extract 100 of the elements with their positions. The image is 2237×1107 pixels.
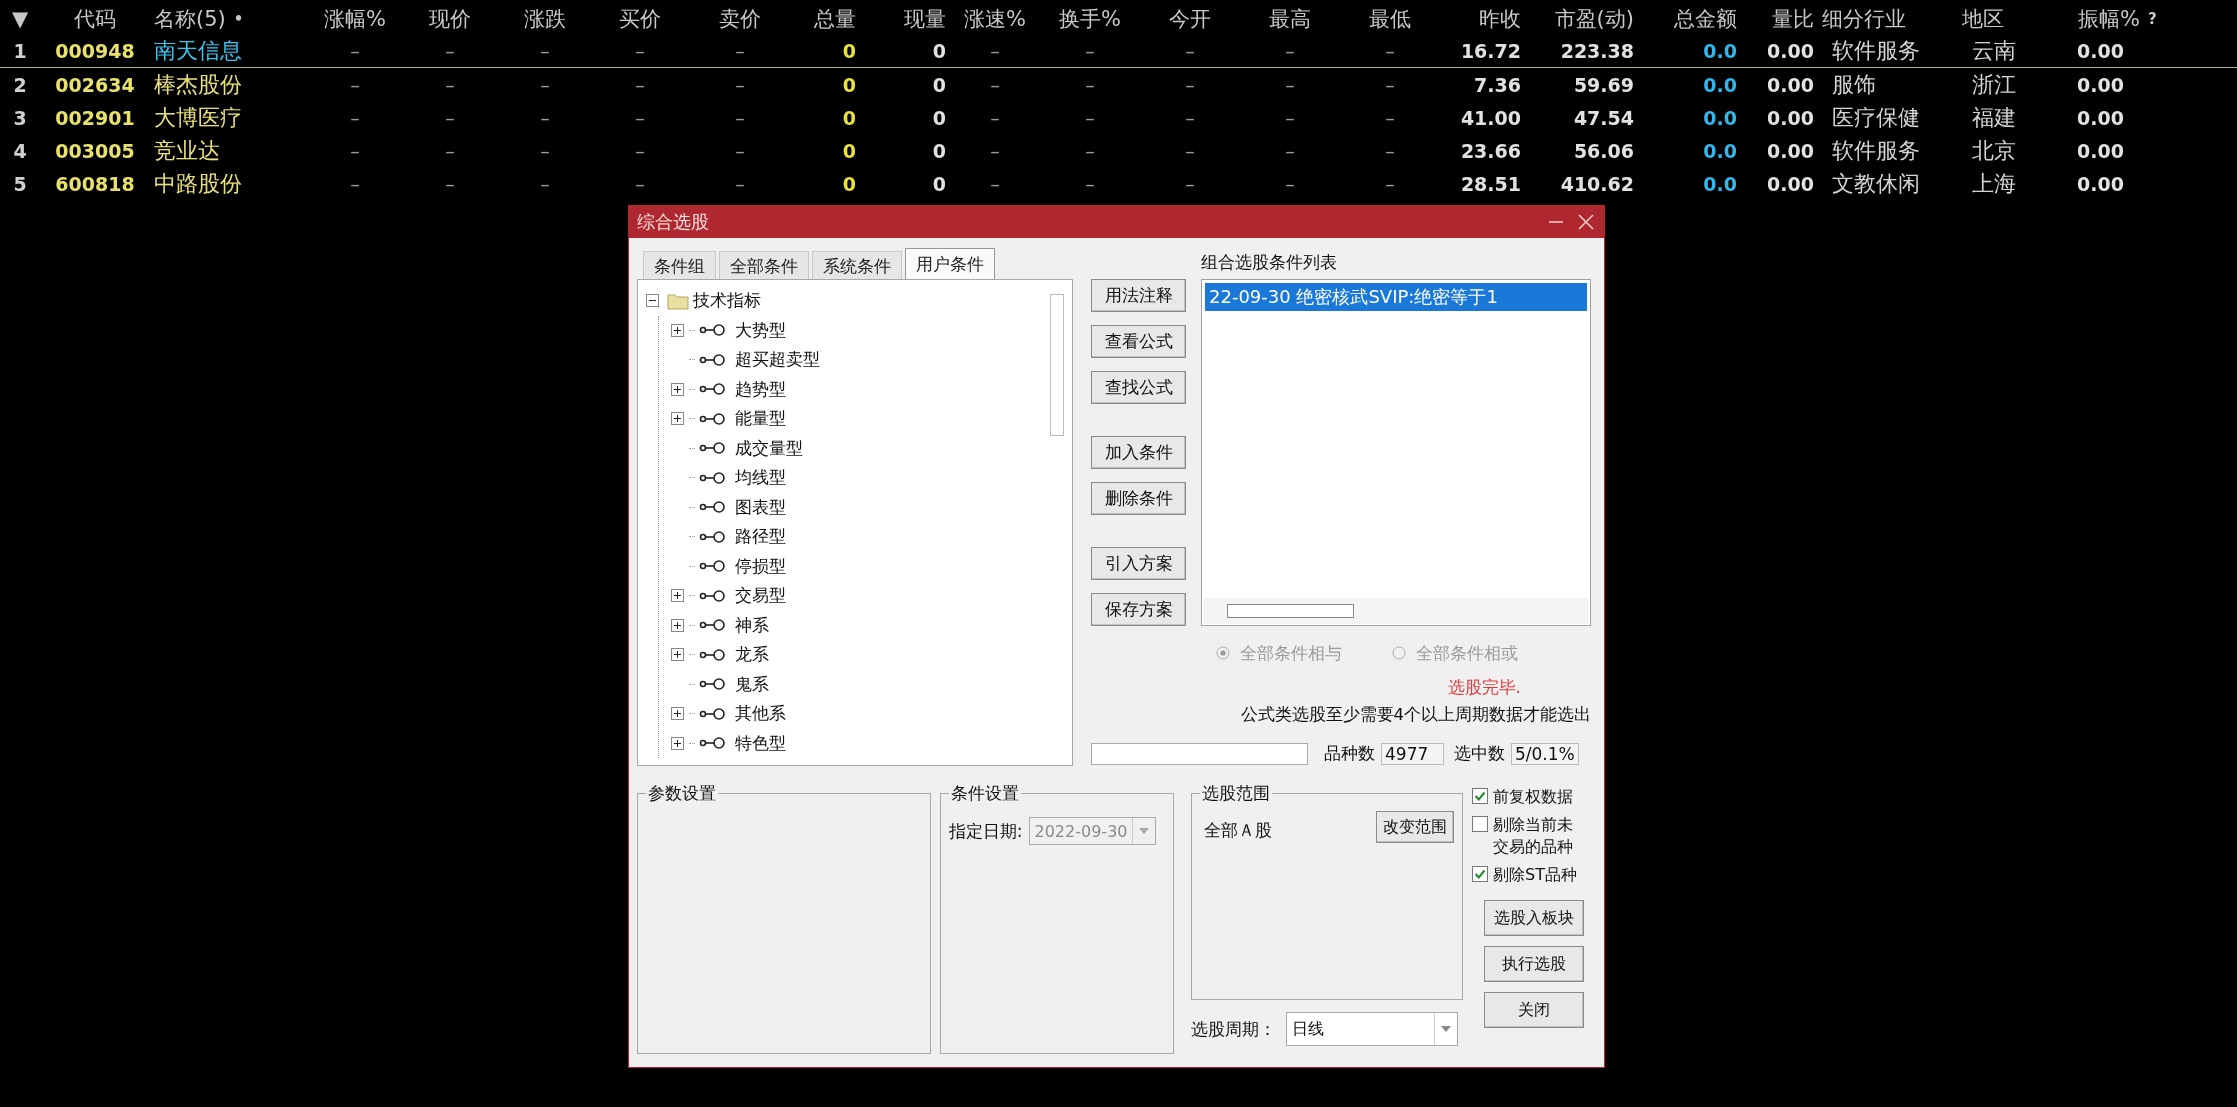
stock-name: 南天信息 xyxy=(154,38,242,63)
column-header[interactable]: 振幅% xyxy=(2078,4,2140,33)
action-button[interactable]: 用法注释 xyxy=(1091,279,1186,312)
column-header[interactable]: 涨速% xyxy=(964,4,1026,33)
expand-toggle[interactable] xyxy=(671,648,684,662)
column-header[interactable]: 卖价 xyxy=(719,4,761,33)
table-row[interactable]: 5 600818 中路股份 – – – – – 0 0 – – – – – 28.51 410.62 0.0 0.00 文教休闲 上海 0.00 xyxy=(0,167,2237,200)
field-label: 指定日期: xyxy=(948,819,1023,843)
table-cell: 0.00 xyxy=(1767,139,1814,162)
column-header[interactable]: 总金额 xyxy=(1674,4,1737,33)
stock-code: 000948 xyxy=(55,40,135,62)
checkbox[interactable] xyxy=(1472,866,1488,882)
collapse-toggle[interactable] xyxy=(646,294,659,308)
table-cell: 0.00 xyxy=(2077,40,2124,62)
action-button[interactable]: 保存方案 xyxy=(1091,593,1186,626)
table-cell: 医疗保健 xyxy=(1832,104,1920,130)
column-header[interactable]: 地区 xyxy=(1962,4,2004,33)
expand-toggle[interactable] xyxy=(671,707,684,721)
column-header[interactable]: 总量 xyxy=(814,4,856,33)
column-header[interactable]: 涨跌 xyxy=(524,4,566,33)
column-header[interactable]: 现量 xyxy=(904,4,946,33)
column-header[interactable]: 买价 xyxy=(619,4,661,33)
expand-toggle[interactable] xyxy=(671,412,684,426)
table-row[interactable]: 3 002901 大博医疗 – – – – – 0 0 – – – – – 41.00 47.54 0.0 0.00 医疗保健 福建 0.00 xyxy=(0,101,2237,134)
action-button[interactable]: 加入条件 xyxy=(1091,436,1186,469)
column-header[interactable]: 市盈(动) xyxy=(1554,4,1634,33)
action-button[interactable]: 查看公式 xyxy=(1091,325,1186,358)
expand-toggle[interactable] xyxy=(671,323,684,337)
column-header[interactable]: 昨收 xyxy=(1479,4,1521,33)
table-cell: – xyxy=(735,172,745,195)
tab[interactable]: 系统条件 xyxy=(812,251,902,279)
table-row[interactable]: 4 003005 竞业达 – – – – – 0 0 – – – – – 23.66 56.06 0.0 0.00 软件服务 北京 0.00 xyxy=(0,134,2237,167)
table-cell: 0 xyxy=(932,172,946,195)
tree-item[interactable]: 特色型 xyxy=(735,731,786,755)
table-cell: – xyxy=(1085,172,1095,195)
tree-item[interactable]: 趋势型 xyxy=(735,377,786,401)
node-icon xyxy=(699,647,727,662)
node-icon xyxy=(699,323,727,338)
dialog-button[interactable]: 关闭 xyxy=(1484,992,1584,1028)
table-cell: 软件服务 xyxy=(1832,137,1920,163)
column-header[interactable]: 最低 xyxy=(1369,4,1411,33)
checkbox[interactable] xyxy=(1472,788,1488,804)
table-cell: – xyxy=(540,106,550,129)
table-cell: 16.72 xyxy=(1460,40,1521,62)
expand-toggle[interactable] xyxy=(671,589,684,603)
tree-item[interactable]: 超买超卖型 xyxy=(735,348,820,372)
column-header[interactable]: 现价 xyxy=(429,4,471,33)
tree-item[interactable]: 停损型 xyxy=(735,554,786,578)
column-header[interactable]: 今开 xyxy=(1169,4,1211,33)
node-icon xyxy=(699,559,727,574)
tree-item[interactable]: 图表型 xyxy=(735,495,786,519)
tree-item[interactable]: 其他系 xyxy=(735,702,786,726)
table-cell: – xyxy=(1285,106,1295,129)
tree-item[interactable]: 大势型 xyxy=(735,318,786,342)
change-scope-button[interactable]: 改变范围 xyxy=(1376,811,1454,843)
table-cell: 47.54 xyxy=(1573,106,1634,129)
table-cell: – xyxy=(350,106,360,129)
tree-item[interactable]: 鬼系 xyxy=(735,672,769,696)
expand-toggle[interactable] xyxy=(671,618,684,632)
tab[interactable]: 全部条件 xyxy=(719,251,809,279)
table-cell: – xyxy=(635,172,645,195)
tree-item[interactable]: 技术指标 xyxy=(693,289,761,313)
dialog-button[interactable]: 执行选股 xyxy=(1484,946,1584,982)
dialog-button[interactable]: 选股入板块 xyxy=(1484,900,1584,936)
table-cell: – xyxy=(735,139,745,162)
column-header[interactable]: 代码 xyxy=(74,4,116,33)
tree-item[interactable]: 均线型 xyxy=(735,466,786,490)
action-button[interactable]: 查找公式 xyxy=(1091,371,1186,404)
tab[interactable]: 用户条件 xyxy=(905,248,995,279)
tree-item[interactable]: 路径型 xyxy=(735,525,786,549)
tree-item[interactable]: 龙系 xyxy=(735,643,769,667)
tree-item[interactable]: 神系 xyxy=(735,613,769,637)
table-cell: – xyxy=(540,40,550,62)
table-cell: – xyxy=(1385,172,1395,195)
expand-toggle[interactable] xyxy=(671,736,684,750)
scrollbar[interactable] xyxy=(1050,294,1064,436)
column-header[interactable]: 涨幅% xyxy=(324,4,386,33)
checkbox[interactable] xyxy=(1472,816,1488,832)
column-header[interactable]: 细分行业 xyxy=(1822,4,1906,33)
table-row[interactable]: 2 002634 棒杰股份 – – – – – 0 0 – – – – – 7.36 59.69 0.0 0.00 服饰 浙江 0.00 xyxy=(0,68,2237,101)
period-dropdown[interactable]: 日线 xyxy=(1286,1012,1458,1046)
scrollbar[interactable] xyxy=(1227,604,1354,618)
list-item[interactable]: 22-09-30 绝密核武SVIP:绝密等于1 xyxy=(1205,283,1587,311)
expand-toggle[interactable] xyxy=(671,382,684,396)
column-header[interactable]: 最高 xyxy=(1269,4,1311,33)
tree-item[interactable]: 成交量型 xyxy=(735,436,803,460)
tree-item[interactable]: 交易型 xyxy=(735,584,786,608)
column-header[interactable]: 量比 xyxy=(1772,4,1814,33)
node-icon xyxy=(699,441,727,456)
table-row[interactable]: 1 000948 南天信息 – – – – – 0 0 – – – – – 16.72 223.38 0.0 0.00 软件服务 云南 0.00 xyxy=(0,35,2237,68)
stock-name: 大博医疗 xyxy=(154,104,242,130)
column-header[interactable]: 名称(5) xyxy=(154,4,226,33)
action-button[interactable]: 引入方案 xyxy=(1091,547,1186,580)
column-header[interactable]: 换手% xyxy=(1059,4,1121,33)
sort-caret[interactable]: ▼ xyxy=(11,6,29,31)
close-icon[interactable] xyxy=(1578,214,1594,230)
tab[interactable]: 条件组 xyxy=(643,251,716,279)
action-button[interactable]: 删除条件 xyxy=(1091,482,1186,515)
tree-item[interactable]: 能量型 xyxy=(735,407,786,431)
table-cell: 0.0 xyxy=(1703,40,1737,62)
